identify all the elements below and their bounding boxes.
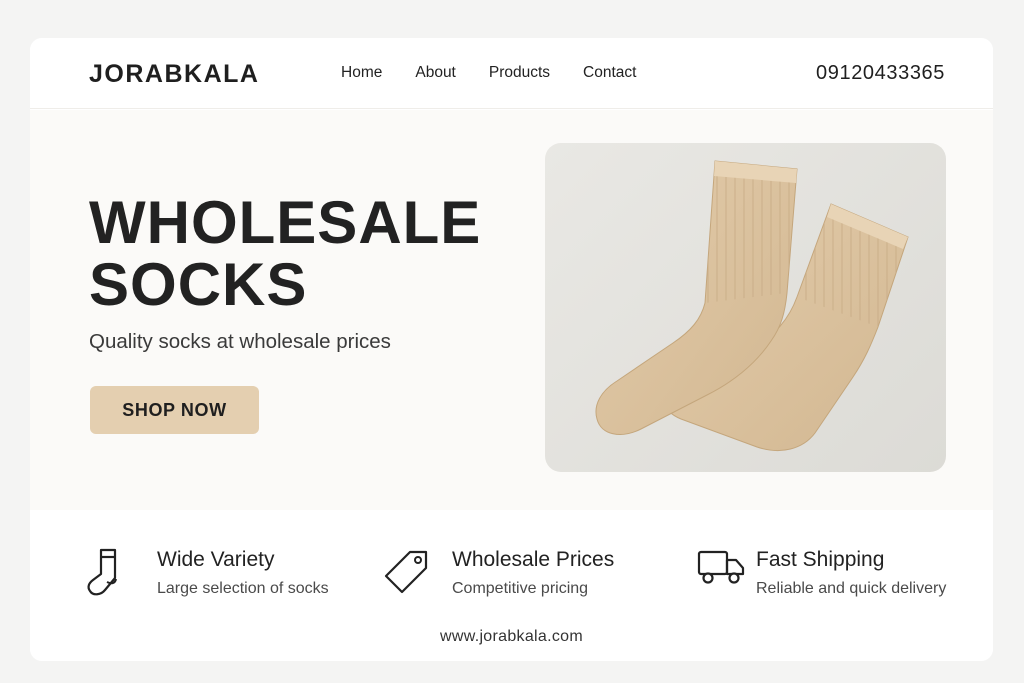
hero-title-line1: WHOLESALE xyxy=(89,189,482,256)
shop-now-button[interactable]: SHOP NOW xyxy=(90,386,259,434)
phone-number[interactable]: 09120433365 xyxy=(816,62,945,85)
feature-title: Fast Shipping xyxy=(756,548,885,571)
feature-description: Large selection of socks xyxy=(157,580,329,597)
main-nav: Home About Products Contact xyxy=(341,64,669,82)
sock-icon xyxy=(87,548,117,596)
site-header: JORABKALA Home About Products Contact 09… xyxy=(30,38,993,109)
price-tag-icon xyxy=(384,550,428,594)
features-bar: Wide Variety Large selection of socks Wh… xyxy=(30,510,993,661)
nav-home-link[interactable]: Home xyxy=(341,64,382,82)
nav-about-link[interactable]: About xyxy=(415,64,456,82)
feature-description: Reliable and quick delivery xyxy=(756,580,947,597)
hero-subtitle: Quality socks at wholesale prices xyxy=(89,330,391,353)
page-card: JORABKALA Home About Products Contact 09… xyxy=(30,38,993,661)
feature-title: Wholesale Prices xyxy=(452,548,615,571)
website-url[interactable]: www.jorabkala.com xyxy=(30,628,993,646)
hero-title: WHOLESALE SOCKS xyxy=(89,192,509,316)
feature-title: Wide Variety xyxy=(157,548,275,571)
socks-product-image xyxy=(545,143,946,472)
truck-icon xyxy=(697,550,745,584)
nav-products-link[interactable]: Products xyxy=(489,64,550,82)
hero-section: WHOLESALE SOCKS Quality socks at wholesa… xyxy=(30,110,993,510)
nav-contact-link[interactable]: Contact xyxy=(583,64,636,82)
socks-illustration xyxy=(595,160,909,451)
feature-description: Competitive pricing xyxy=(452,580,589,597)
brand-logo[interactable]: JORABKALA xyxy=(89,60,259,89)
hero-title-line2: SOCKS xyxy=(89,251,308,318)
